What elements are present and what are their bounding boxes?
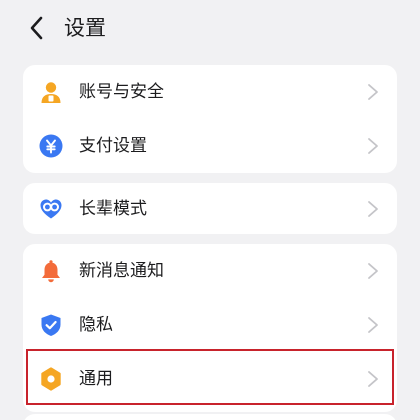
settings-item-label: 新消息通知	[79, 261, 164, 281]
settings-group-general: 新消息通知 隐私 通用	[23, 244, 397, 412]
settings-page: 设置 账号与安全 支付设置 长辈模式 新消息通知 隐私 通用	[0, 0, 420, 420]
header: 设置	[0, 0, 420, 56]
shield-check-icon	[41, 314, 61, 336]
back-arrow-icon[interactable]	[24, 14, 52, 42]
next-settings-group-partial	[23, 414, 397, 420]
chevron-right-icon	[368, 84, 378, 100]
elder-mode-heart-icon	[40, 199, 62, 219]
chevron-right-icon	[368, 138, 378, 154]
page-title: 设置	[64, 16, 106, 40]
chevron-right-icon	[368, 317, 378, 333]
settings-item-label: 隐私	[79, 315, 113, 335]
settings-item-privacy[interactable]: 隐私	[23, 298, 397, 352]
settings-item-notifications[interactable]: 新消息通知	[23, 244, 397, 298]
yuan-payment-icon	[39, 134, 63, 158]
chevron-right-icon	[368, 201, 378, 217]
user-account-icon	[41, 82, 61, 103]
chevron-right-icon	[368, 371, 378, 387]
settings-item-elder-mode[interactable]: 长辈模式	[23, 183, 397, 234]
settings-item-payment[interactable]: 支付设置	[23, 119, 397, 173]
bell-icon	[42, 260, 60, 283]
settings-item-label: 支付设置	[79, 136, 147, 156]
settings-item-label: 账号与安全	[79, 82, 164, 102]
settings-item-account-security[interactable]: 账号与安全	[23, 65, 397, 119]
settings-group-elder: 长辈模式	[23, 183, 397, 234]
settings-item-general[interactable]: 通用	[23, 352, 397, 406]
gear-icon	[41, 367, 61, 391]
settings-item-label: 长辈模式	[79, 199, 147, 219]
chevron-right-icon	[368, 263, 378, 279]
settings-group-account: 账号与安全 支付设置	[23, 65, 397, 173]
settings-item-label: 通用	[79, 369, 113, 389]
